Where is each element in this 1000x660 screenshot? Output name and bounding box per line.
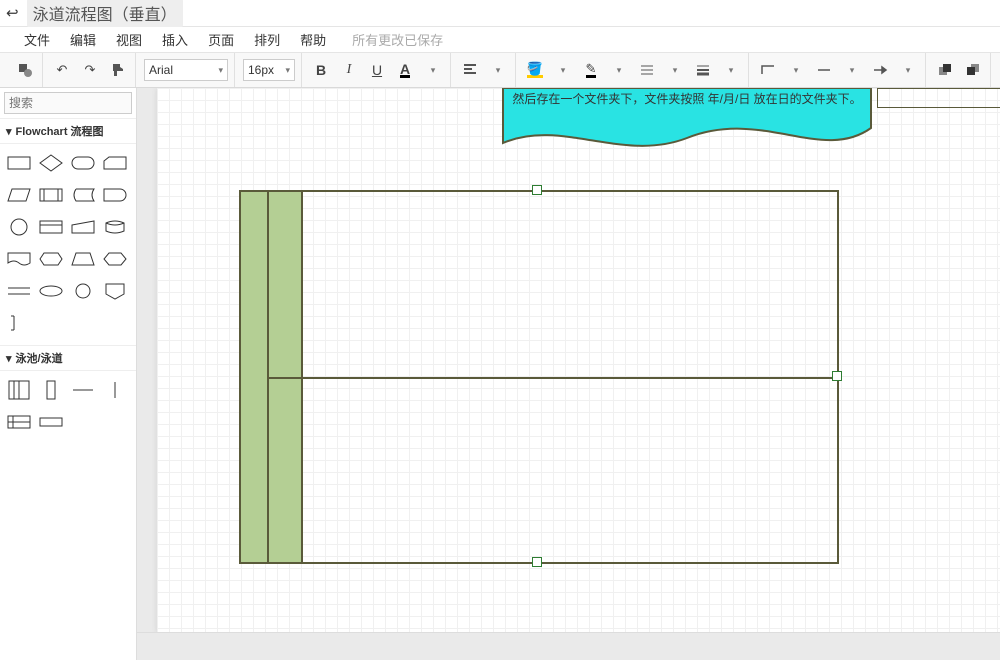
shape-rounded[interactable]	[67, 147, 99, 179]
arrow-end-dropdown-icon[interactable]: ▾	[897, 59, 919, 81]
shape-card[interactable]	[99, 147, 131, 179]
arrow-start-icon[interactable]	[813, 59, 835, 81]
selection-handle-e[interactable]	[832, 371, 842, 381]
shape-manual-input[interactable]	[67, 211, 99, 243]
shape-divider-v[interactable]	[99, 374, 131, 406]
font-size-select[interactable]: 16px ▾	[243, 59, 295, 81]
collapse-icon: ▾	[6, 125, 12, 138]
menu-edit[interactable]: 编辑	[70, 30, 96, 49]
line-style-dropdown-icon[interactable]: ▾	[664, 59, 686, 81]
menu-view[interactable]: 视图	[116, 30, 142, 49]
align-left-icon[interactable]	[459, 59, 481, 81]
shape-stored-data[interactable]	[67, 179, 99, 211]
pool-shape-grid	[0, 371, 136, 444]
canvas-area[interactable]: 然后存在一个文件夹下，文件夹按照 年/月/日 放在日的文件夹下。	[137, 88, 1000, 660]
shape-offpage[interactable]	[99, 275, 131, 307]
shape-circle[interactable]	[3, 211, 35, 243]
workspace: 🔍 ▾ Flowchart 流程图	[0, 88, 1000, 660]
shape-lane-vertical[interactable]	[35, 374, 67, 406]
menu-file[interactable]: 文件	[24, 30, 50, 49]
shape-lane-horizontal[interactable]	[35, 406, 67, 438]
font-size-value: 16px	[248, 63, 274, 77]
shape-hex2[interactable]	[99, 243, 131, 275]
font-color-button[interactable]: A	[394, 59, 416, 81]
line-width-icon[interactable]	[692, 59, 714, 81]
shape-bracket[interactable]	[3, 307, 35, 339]
shape-subprocess[interactable]	[35, 179, 67, 211]
shape-rectangle[interactable]	[3, 147, 35, 179]
ruler-left	[137, 88, 158, 633]
font-family-value: Arial	[149, 63, 173, 77]
arrow-start-dropdown-icon[interactable]: ▾	[841, 59, 863, 81]
to-back-icon[interactable]	[962, 59, 984, 81]
shape-pool-vertical[interactable]	[3, 374, 35, 406]
canvas-document-shape[interactable]: 然后存在一个文件夹下，文件夹按照 年/月/日 放在日的文件夹下。	[502, 88, 872, 158]
selection-handle-n[interactable]	[532, 185, 542, 195]
undo-icon[interactable]: ↶	[51, 59, 73, 81]
font-family-select[interactable]: Arial ▾	[144, 59, 228, 81]
selection-handle-s[interactable]	[532, 557, 542, 567]
save-state-label: 所有更改已保存	[352, 30, 443, 49]
section-pool-header[interactable]: ▾ 泳池/泳道	[0, 345, 136, 371]
italic-button[interactable]: I	[338, 59, 360, 81]
search-input[interactable]: 🔍	[4, 92, 132, 114]
shape-trapezoid[interactable]	[67, 243, 99, 275]
align-dropdown-icon[interactable]: ▾	[487, 59, 509, 81]
shape-double-rect[interactable]	[35, 211, 67, 243]
menubar: 文件 编辑 视图 插入 页面 排列 帮助 所有更改已保存	[0, 27, 1000, 53]
chevron-down-icon: ▾	[285, 65, 290, 76]
format-painter-icon[interactable]	[107, 59, 129, 81]
section-flowchart-label: Flowchart 流程图	[16, 123, 104, 139]
shape-diamond[interactable]	[35, 147, 67, 179]
arrow-end-icon[interactable]	[869, 59, 891, 81]
drawing-grid[interactable]: 然后存在一个文件夹下，文件夹按照 年/月/日 放在日的文件夹下。	[157, 88, 1000, 633]
shape-divider-h[interactable]	[67, 374, 99, 406]
shape-cylinder[interactable]	[99, 211, 131, 243]
flowchart-shape-grid	[0, 144, 136, 345]
shape-circle2[interactable]	[67, 275, 99, 307]
shape-hexagon[interactable]	[35, 243, 67, 275]
shape-pool-horizontal[interactable]	[3, 406, 35, 438]
connector-style-icon[interactable]	[757, 59, 779, 81]
bold-button[interactable]: B	[310, 59, 332, 81]
section-pool-label: 泳池/泳道	[16, 350, 63, 366]
chevron-down-icon: ▾	[218, 65, 223, 76]
fill-color-dropdown-icon[interactable]: ▾	[552, 59, 574, 81]
fill-color-button[interactable]: 🪣	[524, 59, 546, 81]
shape-ellipse-wide[interactable]	[35, 275, 67, 307]
menu-help[interactable]: 帮助	[300, 30, 326, 49]
line-color-button[interactable]: ✎	[580, 59, 602, 81]
pool-lane-divider[interactable]	[269, 377, 837, 379]
shape-terminal[interactable]	[3, 275, 35, 307]
sidebar: 🔍 ▾ Flowchart 流程图	[0, 88, 137, 660]
redo-icon[interactable]: ↷	[79, 59, 101, 81]
connector-dropdown-icon[interactable]: ▾	[785, 59, 807, 81]
canvas-swimlane-pool[interactable]	[239, 190, 839, 564]
back-icon[interactable]: ↩	[6, 4, 19, 22]
canvas-document-text: 然后存在一个文件夹下，文件夹按照 年/月/日 放在日的文件夹下。	[512, 90, 862, 107]
canvas-rect-fragment[interactable]	[877, 88, 1000, 108]
collapse-icon: ▾	[6, 352, 12, 365]
shape-add-icon[interactable]	[14, 59, 36, 81]
menu-page[interactable]: 页面	[208, 30, 234, 49]
menu-insert[interactable]: 插入	[162, 30, 188, 49]
line-color-dropdown-icon[interactable]: ▾	[608, 59, 630, 81]
to-front-icon[interactable]	[934, 59, 956, 81]
section-flowchart-header[interactable]: ▾ Flowchart 流程图	[0, 118, 136, 144]
line-width-dropdown-icon[interactable]: ▾	[720, 59, 742, 81]
toolbar: ↶ ↷ Arial ▾ 16px ▾ B I U A ▾ ▾ 🪣 ▾ ✎ ▾ ▾ ▾ ▾…	[0, 53, 1000, 88]
shape-delay[interactable]	[99, 179, 131, 211]
canvas-bottom-strip	[137, 632, 1000, 660]
font-color-dropdown-icon[interactable]: ▾	[422, 59, 444, 81]
line-style-icon[interactable]	[636, 59, 658, 81]
shape-parallelogram[interactable]	[3, 179, 35, 211]
pool-title-column[interactable]	[241, 192, 269, 562]
shape-document[interactable]	[3, 243, 35, 275]
underline-button[interactable]: U	[366, 59, 388, 81]
document-title[interactable]: 泳道流程图（垂直）	[27, 0, 183, 27]
titlebar: ↩ 泳道流程图（垂直）	[0, 0, 1000, 27]
menu-arrange[interactable]: 排列	[254, 30, 280, 49]
